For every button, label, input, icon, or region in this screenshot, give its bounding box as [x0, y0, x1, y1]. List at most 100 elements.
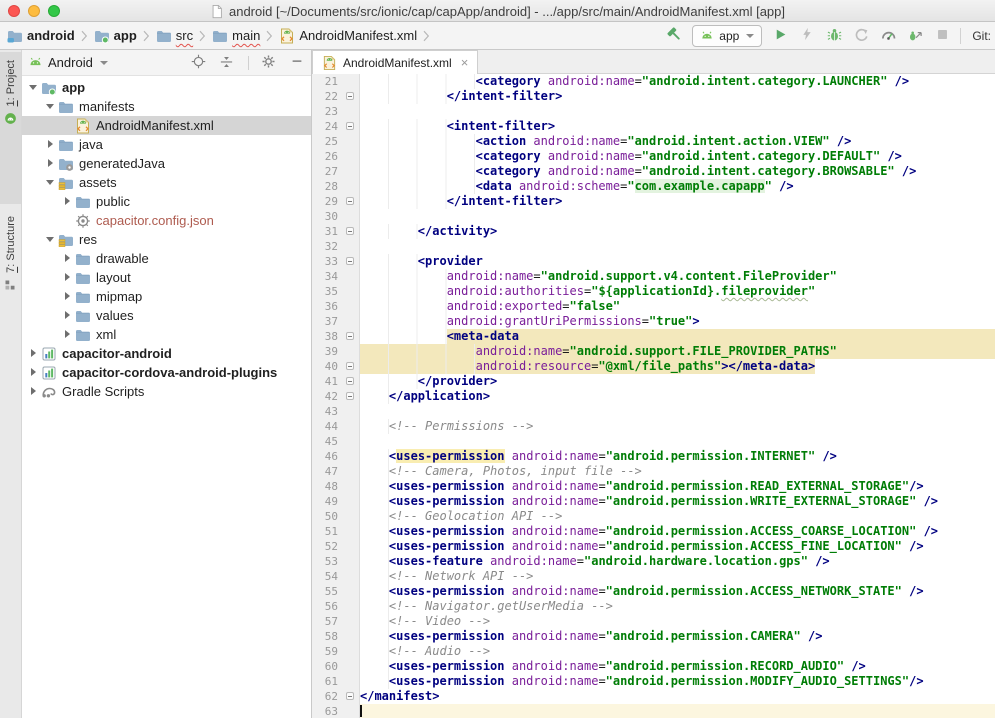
fold-marker-icon[interactable] [346, 362, 354, 370]
fold-marker-icon[interactable] [346, 197, 354, 205]
tree-row[interactable]: capacitor.config.json [22, 211, 311, 230]
fold-marker-icon[interactable] [346, 392, 354, 400]
code-line[interactable]: 62</manifest> [312, 689, 995, 704]
tree-row[interactable]: AndroidManifest.xml [22, 116, 311, 135]
profiler-button[interactable] [879, 27, 897, 45]
tree-row[interactable]: Gradle Scripts [22, 382, 311, 401]
debug-button[interactable] [825, 27, 843, 45]
code-line[interactable]: 57 <!-- Video --> [312, 614, 995, 629]
code-line[interactable]: 34 android:name="android.support.v4.cont… [312, 269, 995, 284]
code-line[interactable]: 44 <!-- Permissions --> [312, 419, 995, 434]
code-line[interactable]: 37 android:grantUriPermissions="true"> [312, 314, 995, 329]
fold-marker-icon[interactable] [346, 92, 354, 100]
project-view-selector[interactable]: Android [48, 55, 93, 70]
tab-close-icon[interactable]: × [461, 56, 469, 69]
tree-row[interactable]: app [22, 78, 311, 97]
code-line[interactable]: 46 <uses-permission android:name="androi… [312, 449, 995, 464]
expand-arrow-icon[interactable] [62, 329, 73, 340]
expand-arrow-icon[interactable] [28, 367, 39, 378]
hide-panel-button[interactable] [288, 54, 305, 71]
code-line[interactable]: 55 <uses-permission android:name="androi… [312, 584, 995, 599]
code-line[interactable]: 63 [312, 704, 995, 718]
expand-arrow-icon[interactable] [62, 253, 73, 264]
tree-row[interactable]: capacitor-cordova-android-plugins [22, 363, 311, 382]
build-button[interactable] [665, 27, 683, 45]
code-line[interactable]: 39 android:name="android.support.FILE_PR… [312, 344, 995, 359]
expand-arrow-icon[interactable] [62, 272, 73, 283]
fold-marker-icon[interactable] [346, 692, 354, 700]
code-line[interactable]: 25 <action android:name="android.intent.… [312, 134, 995, 149]
expand-arrow-icon[interactable] [45, 177, 56, 188]
expand-arrow-icon[interactable] [45, 139, 56, 150]
code-line[interactable]: 38 <meta-data [312, 329, 995, 344]
breadcrumb-item[interactable]: android [6, 28, 76, 44]
code-line[interactable]: 48 <uses-permission android:name="androi… [312, 479, 995, 494]
tree-row[interactable]: res [22, 230, 311, 249]
tree-row[interactable]: public [22, 192, 311, 211]
fold-marker-icon[interactable] [346, 377, 354, 385]
expand-arrow-icon[interactable] [62, 196, 73, 207]
expand-arrow-icon[interactable] [62, 291, 73, 302]
code-line[interactable]: 60 <uses-permission android:name="androi… [312, 659, 995, 674]
code-line[interactable]: 58 <uses-permission android:name="androi… [312, 629, 995, 644]
code-line[interactable]: 47 <!-- Camera, Photos, input file --> [312, 464, 995, 479]
code-line[interactable]: 24 <intent-filter> [312, 119, 995, 134]
code-line[interactable]: 45 [312, 434, 995, 449]
locate-file-button[interactable] [190, 54, 207, 71]
code-line[interactable]: 21 <category android:name="android.inten… [312, 74, 995, 89]
expand-arrow-icon[interactable] [45, 158, 56, 169]
code-line[interactable]: 32 [312, 239, 995, 254]
fold-marker-icon[interactable] [346, 122, 354, 130]
expand-arrow-icon[interactable] [28, 348, 39, 359]
code-line[interactable]: 42 </application> [312, 389, 995, 404]
fold-marker-icon[interactable] [346, 257, 354, 265]
tree-row[interactable]: manifests [22, 97, 311, 116]
code-line[interactable]: 33 <provider [312, 254, 995, 269]
attach-debugger-button[interactable] [906, 27, 924, 45]
tree-row[interactable]: mipmap [22, 287, 311, 306]
tool-window-button-structure[interactable]: 7: Structure [0, 208, 21, 368]
tree-row[interactable]: java [22, 135, 311, 154]
breadcrumb-item[interactable]: AndroidManifest.xml [278, 28, 418, 44]
run-button[interactable] [771, 27, 789, 45]
code-line[interactable]: 27 <category android:name="android.inten… [312, 164, 995, 179]
code-line[interactable]: 22 </intent-filter> [312, 89, 995, 104]
code-editor[interactable]: 21 <category android:name="android.inten… [312, 74, 995, 718]
code-line[interactable]: 49 <uses-permission android:name="androi… [312, 494, 995, 509]
expand-arrow-icon[interactable] [45, 101, 56, 112]
code-line[interactable]: 56 <!-- Navigator.getUserMedia --> [312, 599, 995, 614]
code-line[interactable]: 52 <uses-permission android:name="androi… [312, 539, 995, 554]
stop-button[interactable] [933, 27, 951, 45]
run-config-selector[interactable]: app [692, 25, 762, 47]
tree-row[interactable]: values [22, 306, 311, 325]
expand-arrow-icon[interactable] [28, 386, 39, 397]
code-line[interactable]: 50 <!-- Geolocation API --> [312, 509, 995, 524]
fold-marker-icon[interactable] [346, 332, 354, 340]
code-line[interactable]: 28 <data android:scheme="com.example.cap… [312, 179, 995, 194]
fold-marker-icon[interactable] [346, 227, 354, 235]
code-line[interactable]: 23 [312, 104, 995, 119]
expand-arrow-icon[interactable] [28, 82, 39, 93]
code-line[interactable]: 59 <!-- Audio --> [312, 644, 995, 659]
expand-arrow-icon[interactable] [45, 234, 56, 245]
tool-window-button-project[interactable]: 1: Project [0, 52, 21, 204]
tree-row[interactable]: capacitor-android [22, 344, 311, 363]
code-line[interactable]: 26 <category android:name="android.inten… [312, 149, 995, 164]
code-line[interactable]: 36 android:exported="false" [312, 299, 995, 314]
tree-row[interactable]: layout [22, 268, 311, 287]
code-line[interactable]: 51 <uses-permission android:name="androi… [312, 524, 995, 539]
expand-arrow-icon[interactable] [62, 310, 73, 321]
chevron-down-icon[interactable] [100, 61, 108, 65]
code-line[interactable]: 41 </provider> [312, 374, 995, 389]
tab-android-manifest[interactable]: AndroidManifest.xml × [312, 50, 478, 74]
tree-row[interactable]: drawable [22, 249, 311, 268]
code-line[interactable]: 29 </intent-filter> [312, 194, 995, 209]
breadcrumb-item[interactable]: main [211, 28, 261, 44]
code-line[interactable]: 61 <uses-permission android:name="androi… [312, 674, 995, 689]
breadcrumb-item[interactable]: app [93, 28, 138, 44]
code-line[interactable]: 40 android:resource="@xml/file_paths"></… [312, 359, 995, 374]
code-line[interactable]: 35 android:authorities="${applicationId}… [312, 284, 995, 299]
panel-settings-button[interactable] [260, 54, 277, 71]
code-line[interactable]: 53 <uses-feature android:name="android.h… [312, 554, 995, 569]
code-line[interactable]: 43 [312, 404, 995, 419]
